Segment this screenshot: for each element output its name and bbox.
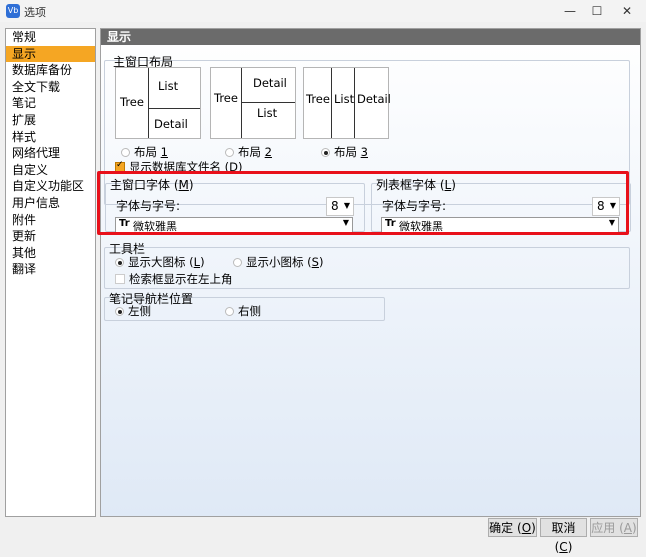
options-sidebar: 常规 显示 数据库备份 全文下载 笔记 扩展 样式 网络代理 自定义 自定义功能… xyxy=(5,28,96,517)
search-top-left-checkbox[interactable]: 检索框显示在左上角 xyxy=(115,271,233,287)
minimize-icon[interactable]: — xyxy=(556,2,584,20)
sidebar-item-translate[interactable]: 翻译 xyxy=(6,261,95,278)
sidebar-item-styles[interactable]: 样式 xyxy=(6,129,95,146)
sidebar-item-general[interactable]: 常规 xyxy=(6,29,95,46)
sidebar-item-fulltext-download[interactable]: 全文下载 xyxy=(6,79,95,96)
layout-1-tree-label: Tree xyxy=(120,95,144,109)
main-font-title: 主窗口字体 (M) xyxy=(110,178,194,192)
note-nav-left-radio-dot[interactable] xyxy=(115,307,124,316)
layout-3-radio[interactable]: 布局 3 xyxy=(321,144,368,160)
sidebar-item-proxy[interactable]: 网络代理 xyxy=(6,145,95,162)
main-font-value: 微软雅黑 xyxy=(133,220,177,233)
sidebar-item-other[interactable]: 其他 xyxy=(6,245,95,262)
toolbar-group: 工具栏 显示大图标 (L) 显示小图标 (S) 检索框显示在左上角 xyxy=(104,242,630,289)
note-nav-left-label: 左侧 xyxy=(128,304,151,318)
ok-button[interactable]: 确定 (O) xyxy=(488,518,537,537)
layout-2-radio-dot[interactable] xyxy=(225,148,234,157)
sidebar-item-custom-ribbon[interactable]: 自定义功能区 xyxy=(6,178,95,195)
layout-1-preview[interactable]: Tree List Detail xyxy=(115,67,201,139)
list-font-select[interactable]: Tr 微软雅黑 ▼ xyxy=(381,217,619,233)
sidebar-item-custom[interactable]: 自定义 xyxy=(6,162,95,179)
layout-1-radio-dot[interactable] xyxy=(121,148,130,157)
layout-1-list-label: List xyxy=(158,79,179,93)
close-icon[interactable]: ✕ xyxy=(613,2,641,20)
small-icons-radio[interactable]: 显示小图标 (S) xyxy=(233,254,323,270)
layout-2-detail-label: Detail xyxy=(253,76,287,90)
note-nav-right-label: 右侧 xyxy=(238,304,261,318)
large-icons-radio-dot[interactable] xyxy=(115,258,124,267)
layout-2-preview[interactable]: Tree Detail List xyxy=(210,67,296,139)
large-icons-label: 显示大图标 xyxy=(128,255,186,269)
list-font-value: 微软雅黑 xyxy=(399,220,443,233)
note-nav-group: 笔记导航栏位置 左侧 右侧 xyxy=(104,292,385,321)
chevron-down-icon: ▼ xyxy=(608,218,615,227)
layout-2-radio[interactable]: 布局 2 xyxy=(225,144,272,160)
layout-3-preview[interactable]: Tree List Detail xyxy=(303,67,391,139)
search-top-left-label: 检索框显示在左上角 xyxy=(129,272,233,286)
note-nav-right-radio[interactable]: 右侧 xyxy=(225,303,261,319)
layout-1-detail-label: Detail xyxy=(154,117,188,131)
list-font-size-select[interactable]: 8 ▼ xyxy=(592,197,620,216)
small-icons-key: S xyxy=(311,255,319,269)
list-font-size-label: 字体与字号: xyxy=(382,199,447,213)
truetype-font-icon: Tr xyxy=(385,218,396,229)
truetype-font-icon: Tr xyxy=(119,218,130,229)
show-db-filename-key: D xyxy=(229,160,239,174)
maximize-icon[interactable]: ☐ xyxy=(583,2,611,20)
layout-3-radio-dot[interactable] xyxy=(321,148,330,157)
layout-1-radio[interactable]: 布局 1 xyxy=(121,144,168,160)
search-top-left-check[interactable] xyxy=(115,274,125,284)
layout-1-label: 布局 xyxy=(134,145,157,159)
main-font-group: 主窗口字体 (M) 字体与字号: 8 ▼ Tr 微软雅黑 ▼ xyxy=(105,178,365,233)
sidebar-item-extensions[interactable]: 扩展 xyxy=(6,112,95,129)
app-icon: Vb xyxy=(6,4,20,18)
main-font-select[interactable]: Tr 微软雅黑 ▼ xyxy=(115,217,353,233)
main-font-size-select[interactable]: 8 ▼ xyxy=(326,197,354,216)
large-icons-radio[interactable]: 显示大图标 (L) xyxy=(115,254,205,270)
show-db-filename-label: 显示数据库文件名 xyxy=(129,160,221,174)
layout-3-tree-label: Tree xyxy=(306,92,330,106)
panel-title: 显示 xyxy=(101,29,640,45)
large-icons-key: L xyxy=(193,255,201,269)
sidebar-item-notes[interactable]: 笔记 xyxy=(6,95,95,112)
sidebar-item-attachments[interactable]: 附件 xyxy=(6,212,95,229)
layout-3-number: 3 xyxy=(360,145,368,159)
show-db-filename-check[interactable] xyxy=(115,160,125,172)
layout-3-label: 布局 xyxy=(334,145,357,159)
layout-1-number: 1 xyxy=(160,145,168,159)
list-font-title: 列表框字体 (L) xyxy=(376,178,456,192)
show-db-filename-checkbox[interactable]: 显示数据库文件名 (D) xyxy=(115,159,243,175)
title-bar: Vb 选项 — ☐ ✕ xyxy=(0,0,646,22)
main-font-size-value: 8 xyxy=(331,199,339,213)
small-icons-radio-dot[interactable] xyxy=(233,258,242,267)
window-title: 选项 xyxy=(24,6,46,19)
sidebar-item-update[interactable]: 更新 xyxy=(6,228,95,245)
sidebar-item-db-backup[interactable]: 数据库备份 xyxy=(6,62,95,79)
small-icons-label: 显示小图标 xyxy=(246,255,304,269)
layout-3-list-label: List xyxy=(334,92,355,106)
cancel-button[interactable]: 取消 (C) xyxy=(540,518,587,554)
list-font-size-value: 8 xyxy=(597,199,605,213)
layout-2-number: 2 xyxy=(264,145,272,159)
sidebar-item-display[interactable]: 显示 xyxy=(6,45,95,63)
list-font-group: 列表框字体 (L) 字体与字号: 8 ▼ Tr 微软雅黑 ▼ xyxy=(371,178,631,233)
chevron-down-icon: ▼ xyxy=(342,218,349,227)
layout-3-detail-label: Detail xyxy=(357,92,391,106)
apply-button[interactable]: 应用 (A) xyxy=(590,518,638,537)
display-settings-panel: 显示 主窗口布局 Tree List Detail 布局 1 Tree Deta… xyxy=(100,28,641,517)
sidebar-item-user-info[interactable]: 用户信息 xyxy=(6,195,95,212)
note-nav-right-radio-dot[interactable] xyxy=(225,307,234,316)
layout-2-list-label: List xyxy=(257,106,278,120)
chevron-down-icon: ▼ xyxy=(609,201,616,210)
layout-2-label: 布局 xyxy=(238,145,261,159)
note-nav-left-radio[interactable]: 左侧 xyxy=(115,303,151,319)
main-font-size-label: 字体与字号: xyxy=(116,199,181,213)
main-layout-group: 主窗口布局 Tree List Detail 布局 1 Tree Detail … xyxy=(104,55,631,233)
layout-2-tree-label: Tree xyxy=(214,91,238,105)
chevron-down-icon: ▼ xyxy=(343,201,350,210)
